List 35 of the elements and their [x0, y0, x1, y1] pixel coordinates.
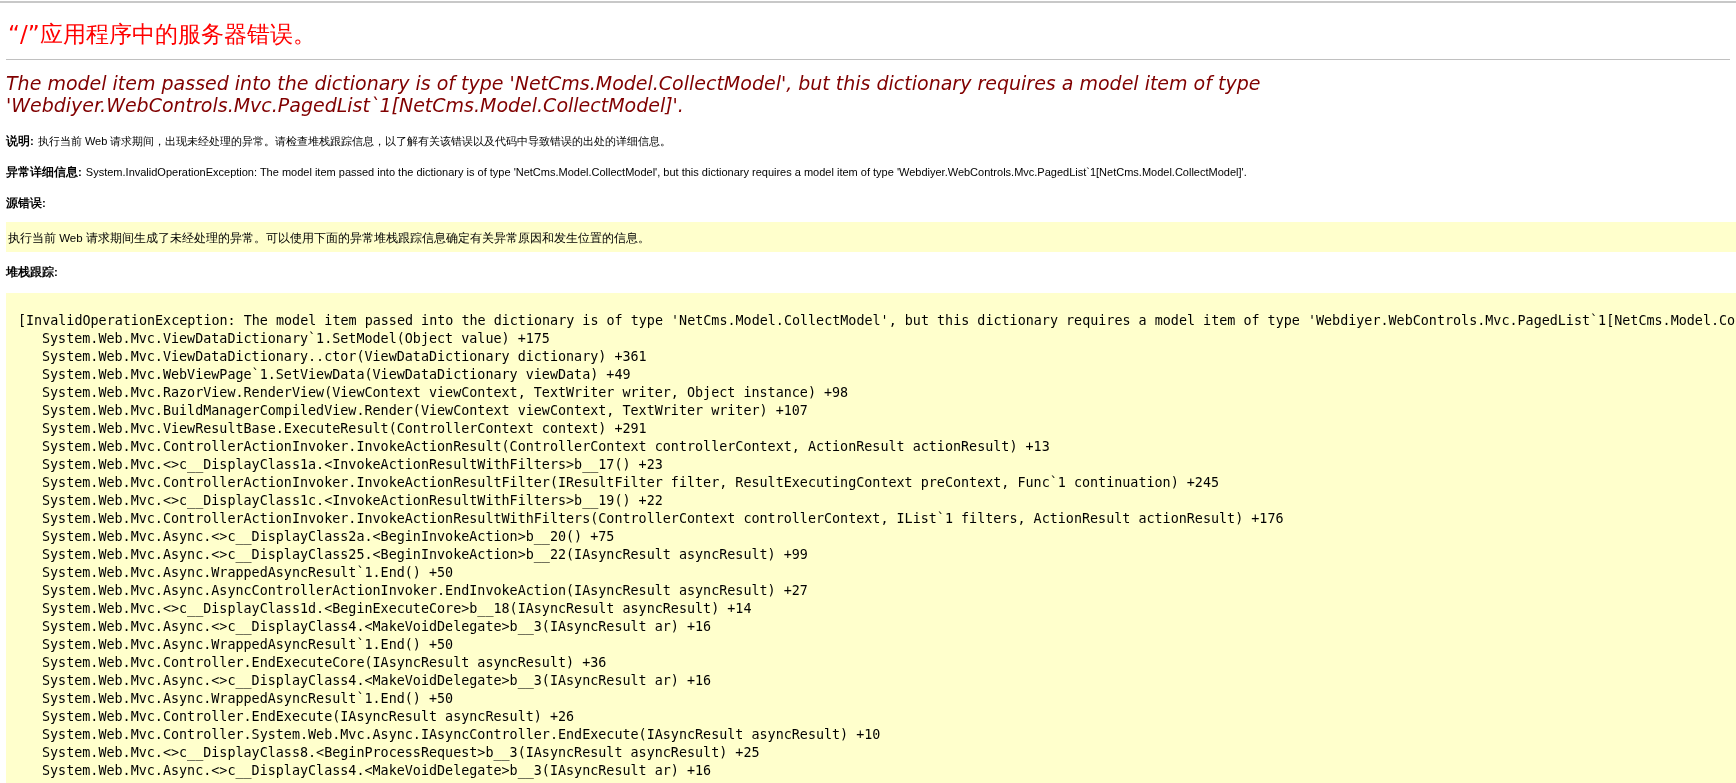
stack-trace-line: System.Web.Mvc.Async.<>c__DisplayClass4.<MakeVoidDelegate>b__3(IAsyncResult ar) +16 — [41, 618, 712, 636]
stack-trace-line: System.Web.Mvc.ControllerActionInvoker.InvokeActionResultFilter(IResultFilter filter, ResultExecutingContext preContext, Func`1 continuation) +245 — [41, 474, 1220, 492]
stack-trace-line: System.Web.Mvc.Async.AsyncControllerActionInvoker.EndInvokeAction(IAsyncResult asyncResult) +27 — [41, 582, 808, 600]
stack-trace-label: 堆栈跟踪: — [6, 264, 58, 280]
stack-trace-line: System.Web.Mvc.<>c__DisplayClass1c.<InvokeActionResultWithFilters>b__19() +22 — [41, 492, 663, 510]
stack-trace-line: System.Web.Mvc.Async.<>c__DisplayClass4.<MakeVoidDelegate>b__3(IAsyncResult ar) +16 — [41, 672, 712, 690]
stack-trace-line: System.Web.Mvc.Controller.System.Web.Mvc.Async.IAsyncController.EndExecute(IAsyncResult asyncResult) +10 — [41, 726, 881, 744]
stack-trace-line: System.Web.Mvc.Async.<>c__DisplayClass2a.<BeginInvokeAction>b__20() +75 — [41, 528, 615, 546]
description-label: 说明: — [6, 134, 34, 149]
stack-trace-line: System.Web.Mvc.ViewDataDictionary..ctor(ViewDataDictionary dictionary) +361 — [41, 348, 647, 366]
stack-trace-line: System.Web.Mvc.ControllerActionInvoker.InvokeActionResult(ControllerContext controllerContext, ActionResult actionResult) +13 — [41, 438, 1050, 456]
source-error-label: 源错误: — [6, 195, 46, 211]
stack-trace-line: System.Web.Mvc.Async.<>c__DisplayClass4.<MakeVoidDelegate>b__3(IAsyncResult ar) +16 — [41, 762, 712, 780]
page-title: “/”应用程序中的服务器错误。 — [8, 21, 316, 47]
description-text: 执行当前 Web 请求期间，出现未经处理的异常。请检查堆栈跟踪信息，以了解有关该错误以及代码中导致错误的出处的详细信息。 — [37, 134, 672, 149]
stack-trace-line: System.Web.Mvc.WebViewPage`1.SetViewData(ViewDataDictionary viewData) +49 — [41, 366, 631, 384]
stack-trace-line: System.Web.Mvc.ViewDataDictionary`1.SetModel(Object value) +175 — [41, 330, 550, 348]
stack-trace-line: System.Web.Mvc.RazorView.RenderView(ViewContext viewContext, TextWriter writer, Object instance) +98 — [41, 384, 849, 402]
source-error-text: 执行当前 Web 请求期间生成了未经处理的异常。可以使用下面的异常堆栈跟踪信息确定有关异常原因和发生位置的信息。 — [8, 231, 650, 244]
stack-trace-line: System.Web.Mvc.Async.WrappedAsyncResult`1.End() +50 — [41, 690, 454, 708]
stack-trace-line: System.Web.Mvc.<>c__DisplayClass1d.<BeginExecuteCore>b__18(IAsyncResult asyncResult) +14 — [41, 600, 752, 618]
stack-trace-line: [InvalidOperationException: The model item passed into the dictionary is of type 'NetCms.Model.CollectModel', but this dictionary requires a model item of type 'Webdiyer.WebControls.Mvc.PagedList`1[NetCms.Model.Co — [18, 312, 1736, 330]
stack-trace-line: System.Web.Mvc.Async.WrappedAsyncResult`1.End() +50 — [41, 636, 454, 654]
error-message: The model item passed into the dictionary is of type 'NetCms.Model.CollectModel', but this dictionary requires a model item of type 'Webdiyer.WebControls.Mvc.PagedList`1[NetCms.Model.CollectModel]'. — [6, 72, 1262, 116]
stack-trace-line: System.Web.Mvc.Controller.EndExecute(IAsyncResult asyncResult) +26 — [41, 708, 575, 726]
exception-text: System.InvalidOperationException: The model item passed into the dictionary is of type 'NetCms.Model.CollectModel', but this dictionary requires a model item of type 'Webdiyer.WebControls.Mvc.PagedList`1[NetCms.Model.CollectModel]'. — [85, 165, 1247, 181]
stack-trace-line: System.Web.Mvc.Async.WrappedAsyncResult`1.End() +50 — [41, 564, 454, 582]
stack-trace-line: System.Web.Mvc.<>c__DisplayClass8.<BeginProcessRequest>b__3(IAsyncResult asyncResult) +25 — [41, 744, 760, 762]
exception-label: 异常详细信息: — [6, 164, 82, 181]
stack-trace-line: System.Web.Mvc.Async.<>c__DisplayClass25.<BeginInvokeAction>b__22(IAsyncResult asyncResult) +99 — [41, 546, 808, 564]
stack-trace-line: System.Web.Mvc.ControllerActionInvoker.InvokeActionResultWithFilters(ControllerContext controllerContext, IList`1 filters, ActionResult actionResult) +176 — [41, 510, 1284, 528]
stack-trace-line: System.Web.Mvc.BuildManagerCompiledView.Render(ViewContext viewContext, TextWriter writer) +107 — [41, 402, 808, 420]
stack-trace-line: System.Web.Mvc.ViewResultBase.ExecuteResult(ControllerContext context) +291 — [41, 420, 647, 438]
stack-trace-line: System.Web.Mvc.Controller.EndExecuteCore(IAsyncResult asyncResult) +36 — [41, 654, 607, 672]
stack-trace-line: System.Web.Mvc.<>c__DisplayClass1a.<InvokeActionResultWithFilters>b__17() +23 — [41, 456, 663, 474]
